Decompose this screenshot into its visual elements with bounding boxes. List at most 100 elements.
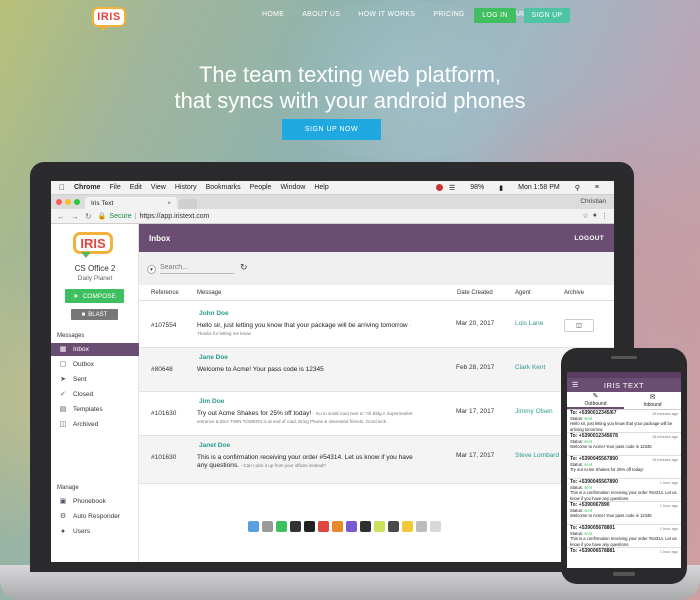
list-item[interactable]: To: +539005678801 1 hour ago Status: sen… <box>567 525 681 548</box>
compose-button[interactable]: ➤ COMPOSE <box>65 289 124 303</box>
archive-button[interactable]: ◫ <box>564 319 594 332</box>
app-icon[interactable] <box>317 520 329 532</box>
sidebar-item-label: Sent <box>73 376 87 383</box>
apple-icon[interactable]:  <box>59 183 65 192</box>
menu-history[interactable]: History <box>175 184 197 191</box>
launchpad-icon[interactable] <box>261 520 273 532</box>
menu-window[interactable]: Window <box>280 184 305 191</box>
sidebar-item-templates[interactable]: ▤ Templates <box>51 403 139 416</box>
sidebar-item-inbox[interactable]: ▦ Inbox <box>51 343 139 356</box>
row-agent[interactable]: Jimmy Olsen <box>515 408 553 416</box>
row-sender[interactable]: Jane Doe <box>199 354 228 361</box>
col-message[interactable]: Message <box>197 290 221 296</box>
forward-icon[interactable]: → <box>71 212 79 221</box>
app-icon[interactable] <box>359 520 371 532</box>
finder-icon[interactable] <box>247 520 259 532</box>
profile-name[interactable]: Christian <box>580 198 606 205</box>
menu-help[interactable]: Help <box>314 184 328 191</box>
sidebar-item-auto-responder[interactable]: ⚙ Auto Responder <box>51 510 139 523</box>
battery-level[interactable]: 98% <box>470 184 484 191</box>
extension-icon[interactable]: ● <box>593 212 597 220</box>
clock[interactable]: Mon 1:58 PM <box>518 184 560 191</box>
tab-outbound[interactable]: ✎ Outbound <box>567 392 624 409</box>
app-icon[interactable] <box>401 520 413 532</box>
search-input[interactable] <box>160 262 234 274</box>
table-row[interactable]: #107554 John Doe Hello sir, just letting… <box>139 304 614 348</box>
row-message: Hello sir, just letting you know that yo… <box>197 322 422 338</box>
sidebar-item-closed[interactable]: ✓ Closed <box>51 388 139 401</box>
menu-chrome[interactable]: Chrome <box>74 184 100 191</box>
home-button[interactable] <box>613 572 635 576</box>
browser-tab[interactable]: Iris Text × <box>85 197 177 209</box>
chevron-down-icon[interactable]: ▼ <box>147 265 156 274</box>
downloads-icon[interactable] <box>415 520 427 532</box>
list-item[interactable]: To: +5390012345678 15 minutes ago Status… <box>567 433 681 456</box>
row-agent[interactable]: Clark Kent <box>515 364 545 372</box>
menu-file[interactable]: File <box>109 184 120 191</box>
blast-button[interactable]: ■ BLAST <box>71 309 118 320</box>
nav-pricing[interactable]: PRICING <box>433 11 464 18</box>
record-icon[interactable] <box>435 184 443 191</box>
back-icon[interactable]: ← <box>57 212 65 221</box>
fireworks-icon[interactable] <box>373 520 385 532</box>
sidebar-item-users[interactable]: ● Users <box>51 525 139 538</box>
list-item[interactable]: To: +5390045567890 15 minutes ago Status… <box>567 456 681 479</box>
menu-view[interactable]: View <box>151 184 166 191</box>
row-sender[interactable]: Janet Doe <box>199 442 230 449</box>
menu-edit[interactable]: Edit <box>130 184 142 191</box>
sidebar-item-outbox[interactable]: ▢ Outbox <box>51 358 139 371</box>
github-icon[interactable] <box>303 520 315 532</box>
col-date-created[interactable]: Date Created <box>457 290 493 296</box>
maximize-window-icon[interactable] <box>74 199 80 205</box>
app-icon[interactable] <box>345 520 357 532</box>
new-tab-button[interactable] <box>179 199 197 209</box>
list-item[interactable]: To: +5390045567890 1 hour ago Status: se… <box>567 479 681 502</box>
list-item[interactable]: To: +5390067890 1 hour ago Status: sent … <box>567 502 681 525</box>
login-button[interactable]: LOG IN <box>474 8 516 23</box>
list-item[interactable]: To: +5390012345/67 15 minutes ago Status… <box>567 410 681 433</box>
table-row[interactable]: #80648 Jane Doe Welcome to Acme! Your pa… <box>139 348 614 392</box>
reload-icon[interactable]: ↻ <box>85 212 92 221</box>
refresh-icon[interactable]: ↻ <box>240 262 248 273</box>
tab-inbound[interactable]: ✉ Inbound <box>624 392 681 409</box>
close-tab-icon[interactable]: × <box>167 200 171 207</box>
list-item[interactable]: To: +539006578881 1 hour ago <box>567 548 681 568</box>
menu-bookmarks[interactable]: Bookmarks <box>206 184 241 191</box>
url-field[interactable]: https://app.iristext.com <box>139 213 209 220</box>
more-icon[interactable]: ⋮ <box>601 212 608 220</box>
nav-how-it-works[interactable]: HOW IT WORKS <box>358 11 415 18</box>
logout-button[interactable]: LOGOUT <box>574 235 604 242</box>
wifi-icon[interactable]: ☰ <box>449 184 455 192</box>
app-logo[interactable]: IRIS <box>73 232 113 258</box>
menu-list-icon[interactable]: ≡ <box>595 184 599 191</box>
table-row[interactable]: #101630 Janet Doe This is a confirmation… <box>139 436 614 484</box>
trash-icon[interactable] <box>429 520 441 532</box>
sidebar-item-phonebook[interactable]: ▣ Phonebook <box>51 495 139 508</box>
close-window-icon[interactable] <box>56 199 62 205</box>
minimize-window-icon[interactable] <box>65 199 71 205</box>
nav-home[interactable]: HOME <box>262 11 284 18</box>
row-agent[interactable]: Steve Lombard <box>515 452 559 460</box>
table-row[interactable]: #101630 Jim Doe Try out Acme Shakes for … <box>139 392 614 436</box>
nav-about-us[interactable]: ABOUT US <box>302 11 340 18</box>
row-sender[interactable]: John Doe <box>199 310 229 317</box>
row-agent[interactable]: Lois Lane <box>515 320 543 328</box>
sidebar-item-sent[interactable]: ➤ Sent <box>51 373 139 386</box>
col-agent[interactable]: Agent <box>515 290 531 296</box>
signup-now-button[interactable]: SIGN UP NOW <box>282 119 381 140</box>
sidebar-item-archived[interactable]: ◫ Archived <box>51 418 139 431</box>
app-icon[interactable] <box>387 520 399 532</box>
site-logo[interactable]: IRIS <box>92 7 126 31</box>
star-icon[interactable]: ☆ <box>582 212 588 220</box>
menu-people[interactable]: People <box>250 184 272 191</box>
col-reference[interactable]: Reference <box>151 290 179 296</box>
chrome-icon[interactable] <box>275 520 287 532</box>
vlc-icon[interactable] <box>331 520 343 532</box>
hamburger-icon[interactable]: ☰ <box>572 381 579 389</box>
search-icon[interactable]: ⚲ <box>575 184 580 192</box>
terminal-icon[interactable] <box>289 520 301 532</box>
envelope-icon: ✉ <box>649 393 656 401</box>
signup-button[interactable]: SIGN UP <box>524 8 570 23</box>
col-archive[interactable]: Archive <box>564 290 584 296</box>
row-sender[interactable]: Jim Doe <box>199 398 224 405</box>
